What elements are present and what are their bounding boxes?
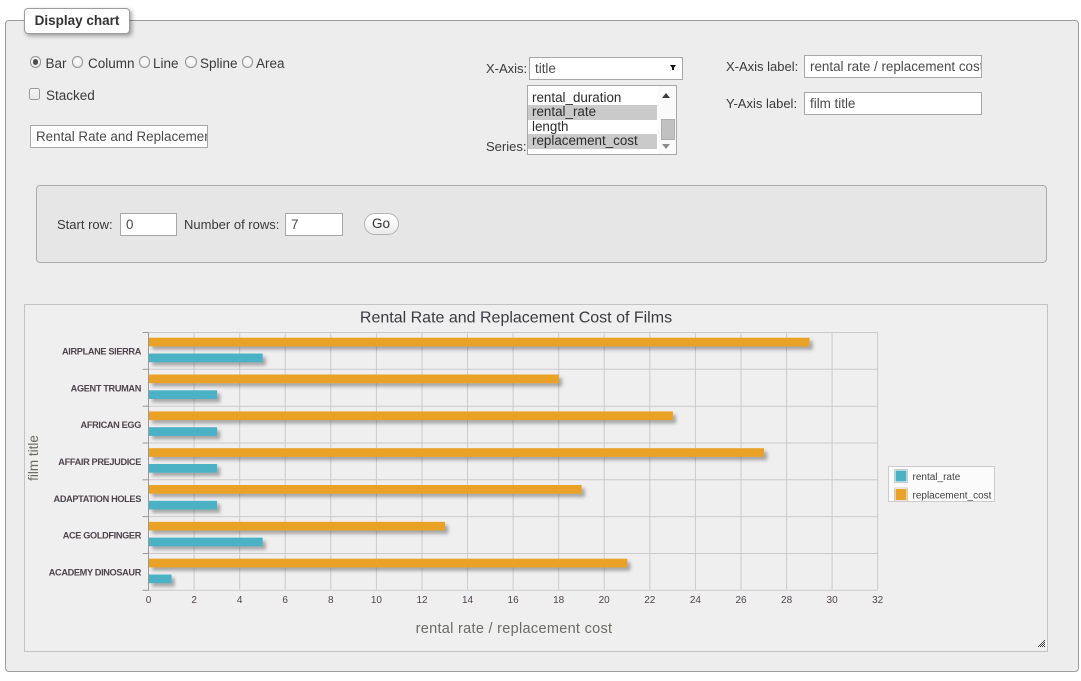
svg-text:AFFAIR PREJUDICE: AFFAIR PREJUDICE	[58, 457, 141, 467]
svg-text:ADAPTATION HOLES: ADAPTATION HOLES	[54, 494, 142, 504]
svg-text:rental rate / replacement cost: rental rate / replacement cost	[416, 621, 613, 637]
svg-text:26: 26	[735, 595, 747, 606]
svg-text:replacement_cost: replacement_cost	[913, 491, 992, 502]
svg-text:32: 32	[872, 595, 884, 606]
svg-text:ACE GOLDFINGER: ACE GOLDFINGER	[63, 531, 142, 541]
svg-text:12: 12	[416, 595, 428, 606]
svg-text:20: 20	[599, 595, 611, 606]
svg-text:0: 0	[146, 595, 152, 606]
svg-text:AFRICAN EGG: AFRICAN EGG	[81, 420, 142, 430]
svg-text:2: 2	[191, 595, 197, 606]
svg-text:16: 16	[508, 595, 520, 606]
svg-text:30: 30	[827, 595, 839, 606]
svg-text:AIRPLANE SIERRA: AIRPLANE SIERRA	[62, 347, 142, 357]
svg-text:Rental Rate and Replacement Co: Rental Rate and Replacement Cost of Film…	[360, 310, 672, 327]
svg-text:14: 14	[462, 595, 474, 606]
svg-text:film title: film title	[26, 435, 41, 481]
svg-text:10: 10	[371, 595, 383, 606]
svg-text:28: 28	[781, 595, 793, 606]
svg-text:rental_rate: rental_rate	[913, 472, 961, 483]
svg-text:24: 24	[690, 595, 702, 606]
svg-text:22: 22	[644, 595, 656, 606]
svg-text:8: 8	[328, 595, 334, 606]
svg-text:18: 18	[553, 595, 565, 606]
svg-text:6: 6	[282, 595, 288, 606]
svg-text:ACADEMY DINOSAUR: ACADEMY DINOSAUR	[49, 568, 142, 578]
svg-text:4: 4	[237, 595, 243, 606]
svg-text:AGENT TRUMAN: AGENT TRUMAN	[71, 383, 142, 393]
